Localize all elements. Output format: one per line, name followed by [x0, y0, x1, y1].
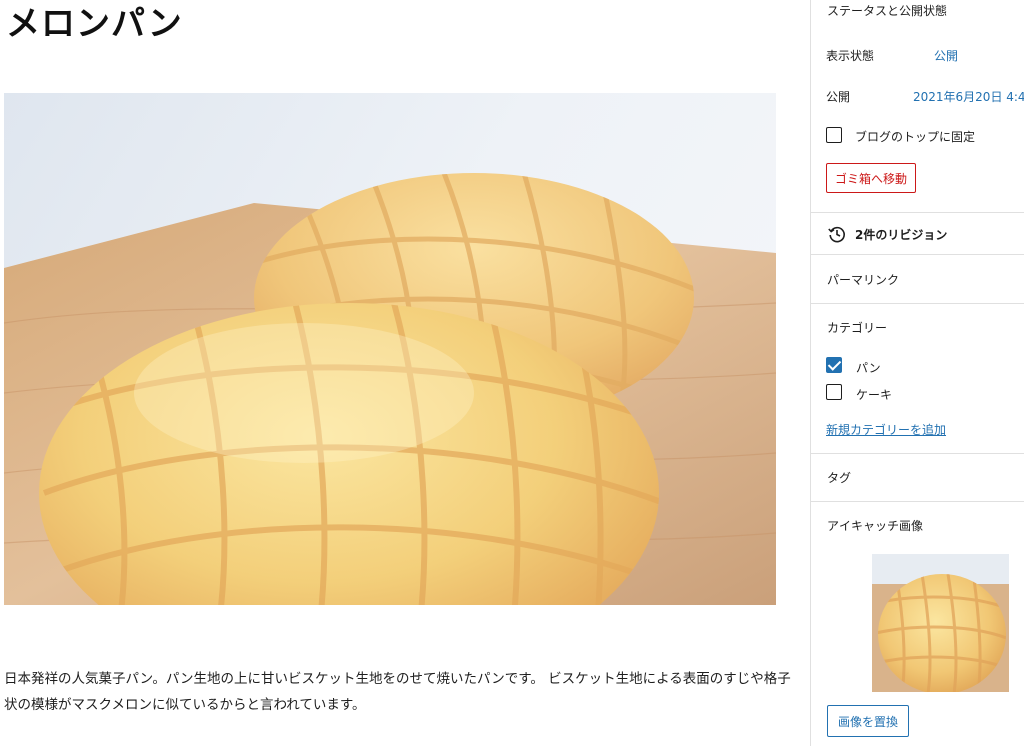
category-checkbox-cake[interactable] — [826, 384, 842, 400]
sidebar-divider — [811, 453, 1024, 454]
editor-canvas: メロンパン 日本発祥の人気菓子パン。パン生地の上に甘いビスケット生地をのせて焼い… — [0, 0, 810, 746]
category-label-cake: ケーキ — [856, 388, 893, 402]
melon-pan-photo — [4, 93, 776, 605]
publish-date-toggle[interactable]: 2021年6月20日 4:43 — [913, 88, 1024, 105]
featured-image-panel-toggle[interactable]: アイキャッチ画像 — [827, 517, 923, 534]
category-label-pan: パン — [856, 361, 881, 375]
revisions-label: 2件のリビジョン — [855, 227, 948, 242]
post-title[interactable]: メロンパン — [6, 2, 183, 46]
featured-image[interactable] — [4, 93, 776, 605]
post-body-paragraph[interactable]: 日本発祥の人気菓子パン。パン生地の上に甘いビスケット生地をのせて焼いたパンです。… — [4, 666, 794, 718]
add-new-category-link[interactable]: 新規カテゴリーを追加 — [826, 421, 946, 438]
sidebar-divider — [811, 501, 1024, 502]
categories-panel-toggle[interactable]: カテゴリー — [827, 319, 887, 336]
visibility-label: 表示状態 — [826, 49, 875, 63]
history-icon — [827, 224, 847, 244]
sidebar-divider — [811, 212, 1024, 213]
replace-image-button[interactable]: 画像を置換 — [827, 705, 910, 737]
sidebar-divider — [811, 303, 1024, 304]
category-checkbox-pan[interactable] — [826, 357, 842, 373]
stick-to-top-checkbox[interactable] — [826, 127, 842, 143]
move-to-trash-button[interactable]: ゴミ箱へ移動 — [826, 163, 917, 193]
tags-panel-toggle[interactable]: タグ — [827, 469, 851, 486]
stick-to-top-label: ブログのトップに固定 — [855, 130, 976, 144]
sidebar-divider — [811, 254, 1024, 255]
status-visibility-heading[interactable]: ステータスと公開状態 — [827, 2, 947, 19]
settings-sidebar: ステータスと公開状態 表示状態 公開 公開 2021年6月20日 4:43 ブロ… — [810, 0, 1024, 746]
revisions-link[interactable]: 2件のリビジョン — [827, 224, 947, 244]
publish-label: 公開 — [826, 90, 851, 104]
visibility-toggle[interactable]: 公開 — [934, 47, 958, 64]
melon-pan-thumbnail-photo — [872, 554, 1009, 692]
featured-image-thumbnail[interactable] — [872, 554, 1009, 692]
permalink-panel-toggle[interactable]: パーマリンク — [827, 271, 899, 288]
